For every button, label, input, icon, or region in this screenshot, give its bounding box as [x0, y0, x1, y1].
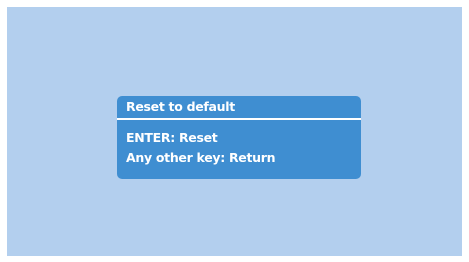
dialog-title: Reset to default	[126, 99, 235, 114]
other-key-return-instruction: Any other key: Return	[126, 150, 276, 165]
dialog-divider	[117, 118, 361, 120]
screen-background: Reset to default ENTER: Reset Any other …	[7, 7, 462, 256]
enter-reset-instruction: ENTER: Reset	[126, 130, 218, 145]
reset-dialog: Reset to default ENTER: Reset Any other …	[117, 96, 361, 179]
